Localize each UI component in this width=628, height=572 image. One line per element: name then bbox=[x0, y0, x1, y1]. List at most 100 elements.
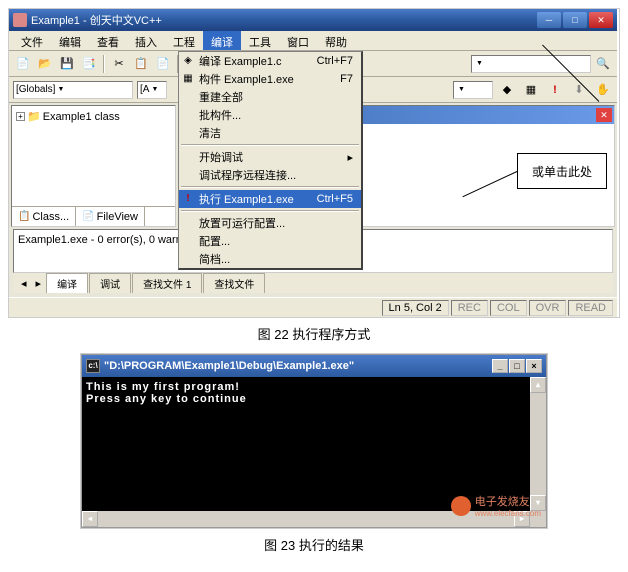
status-rec: REC bbox=[451, 300, 488, 316]
cursor-position: Ln 5, Col 2 bbox=[382, 300, 449, 316]
figure-caption-2: 图 23 执行的结果 bbox=[8, 535, 620, 554]
dd-label: 执行 Example1.exe bbox=[199, 191, 294, 207]
statusbar: Ln 5, Col 2 REC COL OVR READ bbox=[9, 297, 617, 317]
scroll-left-icon[interactable]: ◂ bbox=[82, 511, 98, 527]
dd-label: 清洁 bbox=[199, 125, 221, 141]
scroll-up-icon[interactable]: ▴ bbox=[530, 377, 546, 393]
watermark-text: 电子发烧友 bbox=[475, 493, 541, 509]
menu-tools[interactable]: 工具 bbox=[241, 31, 279, 50]
tab-scroll-right[interactable]: ▸ bbox=[32, 277, 46, 290]
dd-arrow: ▸ bbox=[347, 151, 357, 164]
dd-remote-debug[interactable]: 调试程序远程连接... bbox=[179, 166, 361, 184]
scrollbar-vertical[interactable]: ▴ ▾ bbox=[530, 377, 546, 511]
cut-icon[interactable]: ✂ bbox=[109, 54, 129, 74]
tab-classview[interactable]: 📋Class... bbox=[12, 207, 76, 226]
find-icon[interactable]: 🔍 bbox=[593, 54, 613, 74]
callout-box: 或单击此处 bbox=[517, 153, 607, 189]
tab-debug[interactable]: 调试 bbox=[89, 273, 131, 293]
save-icon[interactable]: 💾 bbox=[57, 54, 77, 74]
execute-icon[interactable]: ! bbox=[545, 80, 565, 100]
separator bbox=[181, 144, 359, 146]
sidebar-tabs: 📋Class... 📄FileView bbox=[12, 206, 175, 226]
status-read: READ bbox=[568, 300, 613, 316]
console-title: "D:\PROGRAM\Example1\Debug\Example1.exe" bbox=[104, 360, 354, 372]
editor-close-button[interactable]: ✕ bbox=[596, 108, 612, 122]
close-button[interactable]: ✕ bbox=[589, 12, 613, 28]
maximize-button[interactable]: □ bbox=[509, 359, 525, 373]
dd-build[interactable]: ▦ 构件 Example1.exe F7 bbox=[179, 70, 361, 88]
member-combo[interactable]: [A bbox=[137, 81, 167, 99]
status-ovr: OVR bbox=[529, 300, 567, 316]
menu-insert[interactable]: 插入 bbox=[127, 31, 165, 50]
dd-start-debug[interactable]: 开始调试 ▸ bbox=[179, 148, 361, 166]
dd-label: 重建全部 bbox=[199, 89, 243, 105]
dd-execute[interactable]: ! 执行 Example1.exe Ctrl+F5 bbox=[179, 190, 361, 208]
separator bbox=[181, 186, 359, 188]
dd-shortcut: F7 bbox=[340, 73, 357, 85]
build-icon: ▦ bbox=[181, 72, 195, 86]
dd-label: 调试程序远程连接... bbox=[199, 167, 296, 183]
dd-label: 开始调试 bbox=[199, 149, 243, 165]
dd-config[interactable]: 配置... bbox=[179, 232, 361, 250]
tab-find2[interactable]: 查找文件 bbox=[203, 273, 265, 293]
maximize-button[interactable]: □ bbox=[563, 12, 587, 28]
close-button[interactable]: × bbox=[526, 359, 542, 373]
separator bbox=[181, 210, 359, 212]
minimize-button[interactable]: ─ bbox=[537, 12, 561, 28]
break-icon[interactable]: ✋ bbox=[593, 80, 613, 100]
status-col: COL bbox=[490, 300, 527, 316]
app-icon bbox=[13, 13, 27, 27]
console-line: Press any key to continue bbox=[86, 393, 542, 405]
menu-view[interactable]: 查看 bbox=[89, 31, 127, 50]
watermark-logo-icon bbox=[451, 496, 471, 516]
build-menu-dropdown: ◈编译 Example1.cCtrl+F7 ▦ 构件 Example1.exe F7… bbox=[178, 51, 363, 270]
tab-find1[interactable]: 查找文件 1 bbox=[132, 273, 202, 293]
dd-clean[interactable]: 清洁 bbox=[179, 124, 361, 142]
titlebar: Example1 - 创天中文VC++ ─ □ ✕ bbox=[9, 9, 617, 31]
execute-icon: ! bbox=[181, 192, 195, 206]
scope-combo[interactable]: [Globals] bbox=[13, 81, 133, 99]
paste-icon[interactable]: 📄 bbox=[153, 54, 173, 74]
menu-edit[interactable]: 编辑 bbox=[51, 31, 89, 50]
dd-shortcut: Ctrl+F5 bbox=[317, 193, 357, 205]
tree-root-item[interactable]: + 📁 Example1 class bbox=[16, 110, 171, 123]
figure-ide: Example1 - 创天中文VC++ ─ □ ✕ 文件 编辑 查看 插入 工程… bbox=[8, 8, 620, 318]
saveall-icon[interactable]: 📑 bbox=[79, 54, 99, 74]
tab-scroll-left[interactable]: ◂ bbox=[17, 277, 31, 290]
compile-icon[interactable]: ◆ bbox=[497, 80, 517, 100]
window-title: Example1 - 创天中文VC++ bbox=[31, 12, 537, 28]
folder-icon: 📁 bbox=[27, 110, 41, 123]
dd-label: 构件 Example1.exe bbox=[199, 71, 294, 87]
menu-file[interactable]: 文件 bbox=[13, 31, 51, 50]
console-titlebar: c:\ "D:\PROGRAM\Example1\Debug\Example1.… bbox=[82, 355, 546, 377]
console-line: This is my first program! bbox=[86, 381, 542, 393]
open-icon[interactable]: 📂 bbox=[35, 54, 55, 74]
expand-icon[interactable]: + bbox=[16, 112, 25, 121]
ide-window: Example1 - 创天中文VC++ ─ □ ✕ 文件 编辑 查看 插入 工程… bbox=[9, 9, 617, 317]
tab-label: Class... bbox=[32, 211, 69, 223]
copy-icon[interactable]: 📋 bbox=[131, 54, 151, 74]
dd-label: 编译 Example1.c bbox=[199, 53, 282, 69]
dd-label: 批构件... bbox=[199, 107, 241, 123]
tree-label: Example1 class bbox=[43, 111, 120, 123]
watermark-url: www.elecfans.com bbox=[475, 509, 541, 518]
dd-label: 放置可运行配置... bbox=[199, 215, 285, 231]
menu-build[interactable]: 编译 bbox=[203, 31, 241, 50]
search-combo[interactable] bbox=[471, 55, 591, 73]
dd-label: 简档... bbox=[199, 251, 230, 267]
new-icon[interactable]: 📄 bbox=[13, 54, 33, 74]
config-combo[interactable] bbox=[453, 81, 493, 99]
menu-project[interactable]: 工程 bbox=[165, 31, 203, 50]
minimize-button[interactable]: _ bbox=[492, 359, 508, 373]
dd-active-config[interactable]: 放置可运行配置... bbox=[179, 214, 361, 232]
menu-help[interactable]: 帮助 bbox=[317, 31, 355, 50]
dd-rebuild[interactable]: 重建全部 bbox=[179, 88, 361, 106]
build-icon[interactable]: ▦ bbox=[521, 80, 541, 100]
tab-build[interactable]: 编译 bbox=[46, 273, 88, 293]
menu-window[interactable]: 窗口 bbox=[279, 31, 317, 50]
class-tree[interactable]: + 📁 Example1 class bbox=[12, 106, 175, 206]
dd-compile[interactable]: ◈编译 Example1.cCtrl+F7 bbox=[179, 52, 361, 70]
dd-batch[interactable]: 批构件... bbox=[179, 106, 361, 124]
dd-profile[interactable]: 简档... bbox=[179, 250, 361, 268]
tab-fileview[interactable]: 📄FileView bbox=[76, 207, 145, 226]
